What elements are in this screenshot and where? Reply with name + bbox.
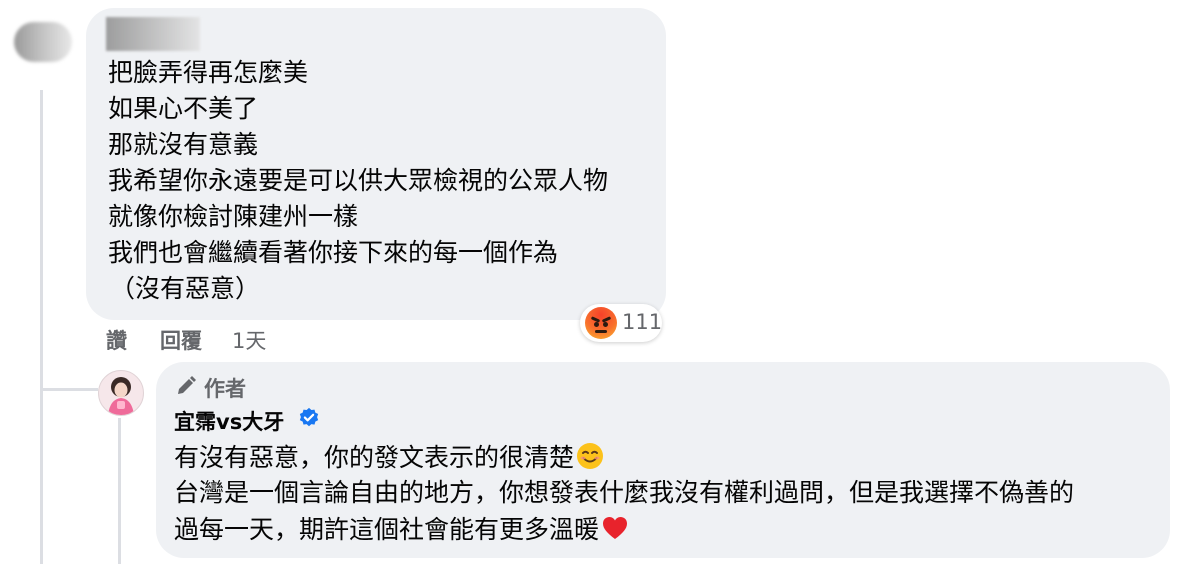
reaction-summary[interactable]: 111 — [580, 304, 662, 342]
like-button[interactable]: 讚 — [106, 325, 127, 355]
smiling-face-icon — [577, 443, 604, 469]
pencil-icon — [178, 376, 196, 394]
reply-line: 有沒有惡意，你的發文表示的很清楚 — [174, 443, 575, 472]
comment-line: （沒有惡意） — [110, 274, 261, 303]
reply-line-container: 過每一天，期許這個社會能有更多溫暖 — [174, 514, 629, 545]
thread-line-branch — [40, 388, 98, 391]
angry-reaction-icon — [585, 307, 617, 339]
commenter-avatar[interactable] — [14, 22, 72, 62]
comment-line: 那就沒有意義 — [108, 130, 259, 159]
author-badge: 作者 — [204, 377, 246, 401]
commenter-name-redacted[interactable] — [106, 17, 200, 51]
comment-line: 如果心不美了 — [108, 94, 259, 123]
author-avatar[interactable] — [98, 370, 144, 416]
red-heart-icon — [603, 517, 628, 539]
comment-timestamp[interactable]: 1天 — [232, 325, 266, 355]
comment-line: 就像你檢討陳建州一樣 — [108, 202, 359, 231]
comment-line: 我們也會繼續看著你接下來的每一個作為 — [108, 238, 559, 267]
reply-line-container: 有沒有惡意，你的發文表示的很清楚 — [174, 442, 604, 473]
reply-line: 台灣是一個言論自由的地方，你想發表什麼我沒有權利過問，但是我選擇不偽善的 — [174, 478, 1075, 507]
thread-line-reply — [118, 418, 121, 564]
reply-line: 過每一天，期許這個社會能有更多溫暖 — [174, 515, 600, 544]
comment-line: 我希望你永遠要是可以供大眾檢視的公眾人物 — [108, 166, 609, 195]
thread-line — [40, 90, 43, 564]
comment-line: 把臉弄得再怎麼美 — [108, 58, 309, 87]
verified-badge-icon — [299, 407, 319, 427]
reaction-count: 111 — [622, 310, 663, 334]
reply-button[interactable]: 回覆 — [160, 325, 202, 355]
author-name[interactable]: 宜霈vs大牙 — [174, 406, 284, 436]
